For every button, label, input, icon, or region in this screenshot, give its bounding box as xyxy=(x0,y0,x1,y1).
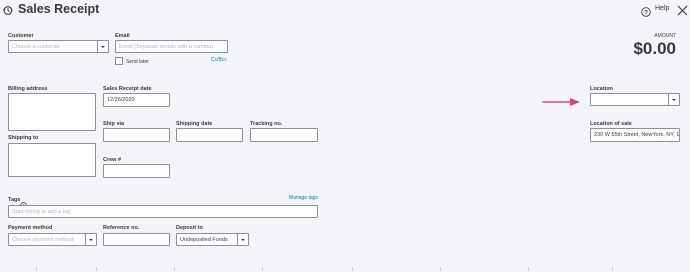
table-column-divider xyxy=(612,267,613,271)
email-input[interactable]: Email (Separate emails with a comma) xyxy=(115,40,228,53)
email-placeholder: Email (Separate emails with a comma) xyxy=(119,43,214,50)
shipping-date-label: Shipping date xyxy=(176,121,213,127)
chevron-down-icon[interactable] xyxy=(85,234,96,245)
close-icon[interactable] xyxy=(677,3,688,16)
table-column-divider xyxy=(440,267,441,271)
tags-input[interactable]: Start typing to add a tag xyxy=(8,205,318,218)
payment-method-label: Payment method xyxy=(8,225,53,231)
ship-via-label: Ship via xyxy=(103,121,125,127)
send-later-label: Send later xyxy=(126,59,149,65)
reference-no-input[interactable] xyxy=(103,233,170,246)
recent-transactions-icon[interactable] xyxy=(2,3,13,15)
help-icon[interactable]: ? xyxy=(641,4,651,17)
payment-method-select[interactable]: Choose payment method xyxy=(8,233,97,246)
shipping-to-textarea[interactable] xyxy=(8,143,96,177)
shipping-date-input[interactable] xyxy=(176,128,243,142)
crew-label: Crew # xyxy=(103,157,122,163)
deposit-to-label: Deposit to xyxy=(176,225,203,231)
sales-receipt-date-value: 12/26/2020 xyxy=(107,97,135,103)
tags-placeholder: Start typing to add a tag xyxy=(12,208,71,215)
location-of-sale-label: Location of sale xyxy=(590,121,632,127)
chevron-down-icon[interactable] xyxy=(97,41,108,52)
location-label: Location xyxy=(590,86,613,92)
help-link[interactable]: Help xyxy=(655,5,669,12)
cc-bcc-link[interactable]: Cc/Bcc xyxy=(211,57,227,63)
sales-receipt-date-label: Sales Receipt date xyxy=(103,86,152,92)
billing-address-textarea[interactable] xyxy=(8,93,96,131)
tracking-no-label: Tracking no. xyxy=(250,121,283,127)
amount-value: $0.00 xyxy=(633,39,676,58)
table-column-divider xyxy=(352,267,353,271)
deposit-to-value: Undeposited Funds xyxy=(180,236,228,243)
location-select[interactable] xyxy=(590,93,680,106)
customer-placeholder: Choose a customer xyxy=(12,43,60,50)
sales-receipt-date-input[interactable]: 12/26/2020 xyxy=(103,93,170,107)
table-column-divider xyxy=(96,267,97,271)
info-icon[interactable]: ? xyxy=(20,196,27,209)
table-column-divider xyxy=(262,267,263,271)
send-later-checkbox[interactable] xyxy=(115,57,123,65)
table-column-divider xyxy=(36,267,37,271)
ship-via-input[interactable] xyxy=(103,128,170,142)
shipping-to-label: Shipping to xyxy=(8,135,39,141)
table-column-divider xyxy=(174,267,175,271)
manage-tags-link[interactable]: Manage tags xyxy=(289,195,318,201)
page-title: Sales Receipt xyxy=(18,2,100,16)
chevron-down-icon[interactable] xyxy=(237,234,248,245)
table-column-divider xyxy=(528,267,529,271)
email-label: Email xyxy=(115,33,130,39)
tags-label: Tags xyxy=(8,197,21,203)
billing-address-label: Billing address xyxy=(8,86,48,92)
customer-select[interactable]: Choose a customer xyxy=(8,40,109,53)
crew-input[interactable] xyxy=(103,164,170,178)
deposit-to-select[interactable]: Undeposited Funds xyxy=(176,233,249,246)
chevron-down-icon[interactable] xyxy=(668,94,679,105)
annotation-arrow xyxy=(542,94,582,106)
tracking-no-input[interactable] xyxy=(250,128,318,142)
location-of-sale-value: 230 W 55th Street, NewYork, NY, 1 xyxy=(594,132,680,138)
svg-text:?: ? xyxy=(644,9,648,16)
reference-no-label: Reference no. xyxy=(103,225,140,231)
location-of-sale-input[interactable]: 230 W 55th Street, NewYork, NY, 1 xyxy=(590,128,680,142)
customer-label: Customer xyxy=(8,33,34,39)
payment-method-placeholder: Choose payment method xyxy=(12,236,74,243)
